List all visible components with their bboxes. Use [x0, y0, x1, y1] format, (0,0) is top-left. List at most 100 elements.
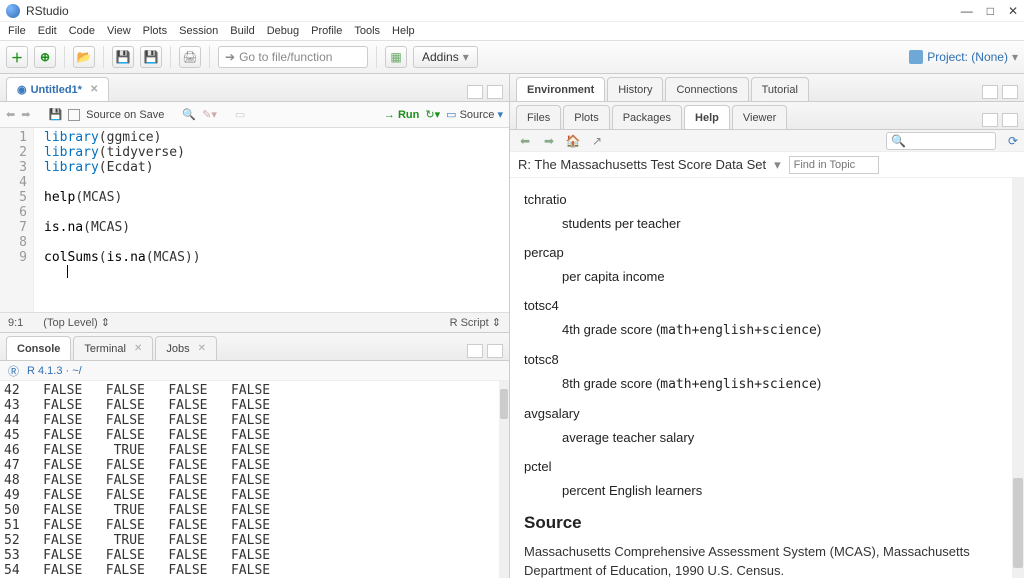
goto-input[interactable]: ➔ Go to file/function [218, 46, 368, 68]
help-body[interactable]: tchratiostudents per teacherpercapper ca… [510, 178, 1024, 578]
rscript-icon: ◉ [17, 83, 27, 96]
tab-viewer[interactable]: Viewer [732, 105, 787, 129]
minimize-pane-icon[interactable] [982, 85, 998, 99]
cursor-position: 9:1 [8, 317, 23, 329]
titlebar: RStudio — □ ✕ [0, 0, 1024, 22]
console-row: 53 FALSE FALSE FALSE FALSE [4, 548, 509, 563]
console-row: 47 FALSE FALSE FALSE FALSE [4, 458, 509, 473]
tab-tutorial[interactable]: Tutorial [751, 77, 809, 101]
editor-body[interactable]: 123456789 library(ggmice)library(tidyver… [0, 128, 509, 312]
console-row: 49 FALSE FALSE FALSE FALSE [4, 488, 509, 503]
console-row: 45 FALSE FALSE FALSE FALSE [4, 428, 509, 443]
menu-session[interactable]: Session [179, 25, 218, 37]
help-scrollbar[interactable] [1012, 178, 1024, 578]
tab-console[interactable]: Console [6, 336, 71, 360]
project-menu[interactable]: Project: (None) ▾ [909, 50, 1018, 64]
help-term: pctel [524, 457, 1010, 477]
tab-terminal[interactable]: Terminal✕ [73, 336, 153, 360]
env-tabs: Environment History Connections Tutorial [510, 74, 1024, 102]
close-tab-icon[interactable]: ✕ [134, 343, 142, 354]
find-icon[interactable]: 🔍 [182, 108, 196, 121]
help-term: tchratio [524, 190, 1010, 210]
console-row: 44 FALSE FALSE FALSE FALSE [4, 413, 509, 428]
minimize-pane-icon[interactable] [467, 344, 483, 358]
tab-untitled1[interactable]: ◉ Untitled1* ✕ [6, 77, 109, 101]
menu-tools[interactable]: Tools [354, 25, 380, 37]
tab-help[interactable]: Help [684, 105, 730, 129]
help-popout-icon[interactable]: ↗ [588, 133, 606, 149]
report-icon[interactable]: ▭ [235, 108, 245, 121]
close-tab-icon[interactable]: ✕ [198, 343, 206, 354]
tab-connections[interactable]: Connections [665, 77, 748, 101]
addins-dropdown[interactable]: Addins▾ [413, 46, 478, 68]
editor-statusbar: 9:1 (Top Level) ⇕ R Script ⇕ [0, 312, 509, 332]
help-tabs: Files Plots Packages Help Viewer [510, 102, 1024, 130]
tab-jobs[interactable]: Jobs✕ [155, 336, 217, 360]
maximize-button[interactable]: □ [987, 4, 994, 18]
help-definition: students per teacher [562, 214, 1010, 234]
editor-toolbar: ⬅ ➡ 💾 Source on Save 🔍 ✎▾ ▭ → Run ↻▾ ▭ S… [0, 102, 509, 128]
source-tabs: ◉ Untitled1* ✕ [0, 74, 509, 102]
source-on-save-checkbox[interactable] [68, 109, 80, 121]
print-button[interactable]: 🖨 [179, 46, 201, 68]
minimize-pane-icon[interactable] [982, 113, 998, 127]
source-button[interactable]: ▭ Source ▾ [446, 108, 503, 121]
console-scrollbar[interactable] [499, 381, 509, 578]
menubar: File Edit Code View Plots Session Build Debug Pr… [0, 22, 1024, 40]
help-forward-icon[interactable]: ➡ [540, 133, 558, 149]
menu-plots[interactable]: Plots [143, 25, 167, 37]
help-back-icon[interactable]: ⬅ [516, 133, 534, 149]
lang-selector[interactable]: R Script ⇕ [450, 316, 501, 329]
console-row: 42 FALSE FALSE FALSE FALSE [4, 383, 509, 398]
new-file-button[interactable]: ＋ [6, 46, 28, 68]
run-button[interactable]: → Run [384, 109, 419, 121]
console-row: 54 FALSE FALSE FALSE FALSE [4, 563, 509, 578]
tab-files[interactable]: Files [516, 105, 561, 129]
menu-profile[interactable]: Profile [311, 25, 342, 37]
tab-packages[interactable]: Packages [612, 105, 682, 129]
forward-icon[interactable]: ➡ [21, 108, 30, 121]
menu-debug[interactable]: Debug [267, 25, 299, 37]
console-row: 50 FALSE TRUE FALSE FALSE [4, 503, 509, 518]
maximize-pane-icon[interactable] [487, 344, 503, 358]
project-icon [909, 50, 923, 64]
find-in-topic-input[interactable] [789, 156, 879, 174]
wand-icon[interactable]: ✎▾ [202, 108, 217, 121]
open-file-button[interactable]: 📂 [73, 46, 95, 68]
new-project-button[interactable]: ⊕ [34, 46, 56, 68]
close-button[interactable]: ✕ [1008, 4, 1018, 18]
save-button[interactable]: 💾 [112, 46, 134, 68]
editor-code[interactable]: library(ggmice)library(tidyverse)library… [34, 128, 509, 312]
menu-help[interactable]: Help [392, 25, 415, 37]
menu-code[interactable]: Code [69, 25, 95, 37]
help-home-icon[interactable]: 🏠 [564, 133, 582, 149]
menu-build[interactable]: Build [230, 25, 254, 37]
goto-placeholder: Go to file/function [239, 50, 332, 64]
minimize-pane-icon[interactable] [467, 85, 483, 99]
minimize-button[interactable]: — [961, 4, 973, 18]
console-row: 48 FALSE FALSE FALSE FALSE [4, 473, 509, 488]
help-definition: percent English learners [562, 481, 1010, 501]
maximize-pane-icon[interactable] [487, 85, 503, 99]
console-output[interactable]: 42 FALSE FALSE FALSE FALSE43 FALSE FALSE… [0, 381, 509, 578]
help-refresh-icon[interactable]: ⟳ [1008, 134, 1018, 148]
save-all-button[interactable]: 💾 [140, 46, 162, 68]
menu-edit[interactable]: Edit [38, 25, 57, 37]
scope-selector[interactable]: (Top Level) ⇕ [43, 316, 110, 329]
help-source-text: Massachusetts Comprehensive Assessment S… [524, 542, 1010, 578]
maximize-pane-icon[interactable] [1002, 113, 1018, 127]
menu-file[interactable]: File [8, 25, 26, 37]
tab-plots[interactable]: Plots [563, 105, 609, 129]
grid-button[interactable]: ▦ [385, 46, 407, 68]
menu-view[interactable]: View [107, 25, 131, 37]
help-search-input[interactable]: 🔍 [886, 132, 996, 150]
back-icon[interactable]: ⬅ [6, 108, 15, 121]
rerun-icon[interactable]: ↻▾ [425, 108, 440, 121]
tab-environment[interactable]: Environment [516, 77, 605, 101]
console-path: R 4.1.3 · ~/ [27, 365, 82, 377]
maximize-pane-icon[interactable] [1002, 85, 1018, 99]
tab-history[interactable]: History [607, 77, 663, 101]
close-tab-icon[interactable]: ✕ [90, 84, 98, 95]
console-row: 43 FALSE FALSE FALSE FALSE [4, 398, 509, 413]
save-icon[interactable]: 💾 [48, 108, 62, 121]
